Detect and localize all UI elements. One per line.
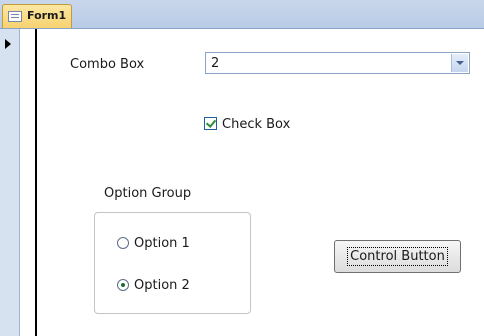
- check-box[interactable]: [204, 117, 217, 130]
- option-group-frame: [94, 212, 251, 314]
- combo-box-value: 2: [211, 56, 220, 71]
- form-icon: [8, 11, 22, 22]
- current-record-arrow-icon: [5, 39, 11, 49]
- option-group-label: Option Group: [104, 186, 192, 201]
- control-button-label: Control Button: [347, 247, 448, 266]
- option-1-label[interactable]: Option 1: [134, 236, 190, 251]
- tab-label: Form1: [27, 9, 67, 22]
- document-tab-bar: Form1: [0, 0, 484, 29]
- dropdown-arrow-icon[interactable]: [451, 54, 468, 72]
- option-2-radio[interactable]: [117, 279, 129, 291]
- option-2-label[interactable]: Option 2: [134, 278, 190, 293]
- tab-form1[interactable]: Form1: [2, 4, 72, 28]
- record-selector[interactable]: [0, 29, 20, 336]
- control-button[interactable]: Control Button: [334, 240, 461, 273]
- form-divider-line: [35, 29, 37, 336]
- combo-box[interactable]: 2: [205, 52, 470, 74]
- combo-box-label: Combo Box: [70, 57, 145, 72]
- option-1-radio[interactable]: [117, 237, 129, 249]
- check-box-label[interactable]: Check Box: [222, 117, 290, 132]
